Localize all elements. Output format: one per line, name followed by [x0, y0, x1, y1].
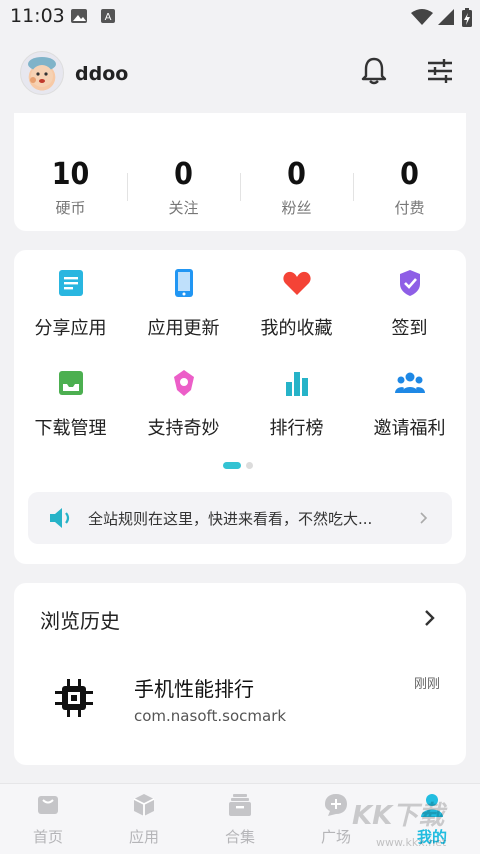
svg-text:A: A: [105, 12, 112, 23]
cpu-chip-icon: [55, 679, 93, 717]
grid-item-download-manager[interactable]: 下载管理: [14, 368, 127, 440]
username[interactable]: ddoo: [75, 63, 128, 85]
history-app-name[interactable]: 手机性能排行: [134, 673, 254, 702]
tab-label: 应用: [128, 828, 159, 846]
status-bar: 11:03 A: [0, 0, 480, 33]
stat-label: 关注: [168, 199, 199, 217]
grid-item-ranking[interactable]: 排行榜: [240, 368, 353, 440]
grid-item-label: 支持奇妙: [147, 418, 220, 439]
grid-item-label: 排行榜: [269, 418, 324, 439]
stats-card: 10 硬币 0 关注 0 粉丝 0 付费: [14, 113, 466, 231]
grid-item-label: 下载管理: [34, 418, 107, 439]
notice-banner[interactable]: 全站规则在这里，快进来看看，不然吃大...: [28, 492, 452, 544]
watermark-url: www.kkx.net: [376, 836, 447, 849]
avatar-image: [28, 57, 56, 87]
chevron-right-icon: [420, 512, 428, 524]
apps-cube-icon: [133, 794, 155, 816]
grid-item-favorites[interactable]: 我的收藏: [240, 268, 353, 340]
stat-label: 付费: [394, 199, 425, 217]
grid-item-label: 签到: [391, 318, 428, 339]
page-indicator-inactive: [246, 462, 253, 469]
grid-item-label: 邀请福利: [373, 418, 446, 439]
heart-icon: [282, 271, 311, 295]
tab-collection[interactable]: 合集: [192, 792, 288, 847]
history-title: 浏览历史: [40, 609, 120, 633]
status-time: 11:03: [10, 5, 65, 27]
home-icon: [38, 796, 58, 814]
history-card: 浏览历史 手机性能排行 com.nasoft.socmark 刚刚: [14, 583, 466, 765]
avatar[interactable]: [20, 51, 64, 95]
function-grid-card: 分享应用 应用更新 我的收藏 签到 下载管理 支持奇妙 排行榜 邀请福利 全站规…: [14, 250, 466, 564]
stat-value: 0: [400, 157, 419, 192]
grid-item-label: 应用更新: [147, 318, 220, 339]
tab-home[interactable]: 首页: [0, 792, 96, 847]
battery-charging-icon: [462, 8, 472, 27]
square-chat-icon: [325, 794, 347, 816]
phone-update-icon: [174, 269, 193, 297]
speaker-icon: [50, 508, 70, 528]
stat-label: 粉丝: [281, 199, 312, 217]
tab-label: 首页: [32, 828, 63, 846]
tab-apps[interactable]: 应用: [96, 792, 192, 847]
grid-item-label: 我的收藏: [260, 318, 333, 339]
grid-item-share-app[interactable]: 分享应用: [14, 268, 127, 340]
download-tray-icon: [58, 371, 83, 395]
invite-people-icon: [394, 372, 425, 393]
support-gem-icon: [173, 370, 194, 396]
page-indicator-active: [223, 462, 241, 469]
grid-item-invite[interactable]: 邀请福利: [353, 368, 466, 440]
stat-value: 10: [51, 157, 90, 192]
grid-item-label: 分享应用: [34, 318, 107, 339]
grid-item-support[interactable]: 支持奇妙: [127, 368, 240, 440]
settings-sliders-icon[interactable]: [424, 55, 456, 87]
app-notification-icon: A: [101, 9, 115, 23]
grid-item-app-update[interactable]: 应用更新: [127, 268, 240, 340]
image-notification-icon: [71, 9, 87, 23]
collection-icon: [229, 794, 251, 816]
tab-label: 合集: [224, 828, 255, 846]
checkin-badge-icon: [399, 270, 420, 296]
chevron-right-icon[interactable]: [422, 607, 438, 629]
stat-paid[interactable]: 0 付费: [353, 157, 466, 218]
notice-text: 全站规则在这里，快进来看看，不然吃大...: [88, 510, 373, 528]
profile-header: ddoo: [0, 33, 480, 111]
stat-label: 硬币: [55, 199, 86, 217]
stat-value: 0: [287, 157, 306, 192]
watermark-logo: KK下载: [352, 801, 445, 831]
stat-fans[interactable]: 0 粉丝: [240, 157, 353, 218]
share-doc-icon: [58, 270, 83, 296]
history-app-package: com.nasoft.socmark: [134, 707, 287, 725]
notification-bell-icon[interactable]: [358, 55, 390, 87]
wifi-icon: [411, 9, 433, 25]
history-app-time: 刚刚: [414, 677, 441, 692]
signal-icon: [438, 9, 454, 25]
grid-item-checkin[interactable]: 签到: [353, 268, 466, 340]
stat-value: 0: [174, 157, 193, 192]
ranking-bars-icon: [285, 372, 308, 396]
stat-coins[interactable]: 10 硬币: [14, 157, 127, 218]
stat-following[interactable]: 0 关注: [127, 157, 240, 218]
